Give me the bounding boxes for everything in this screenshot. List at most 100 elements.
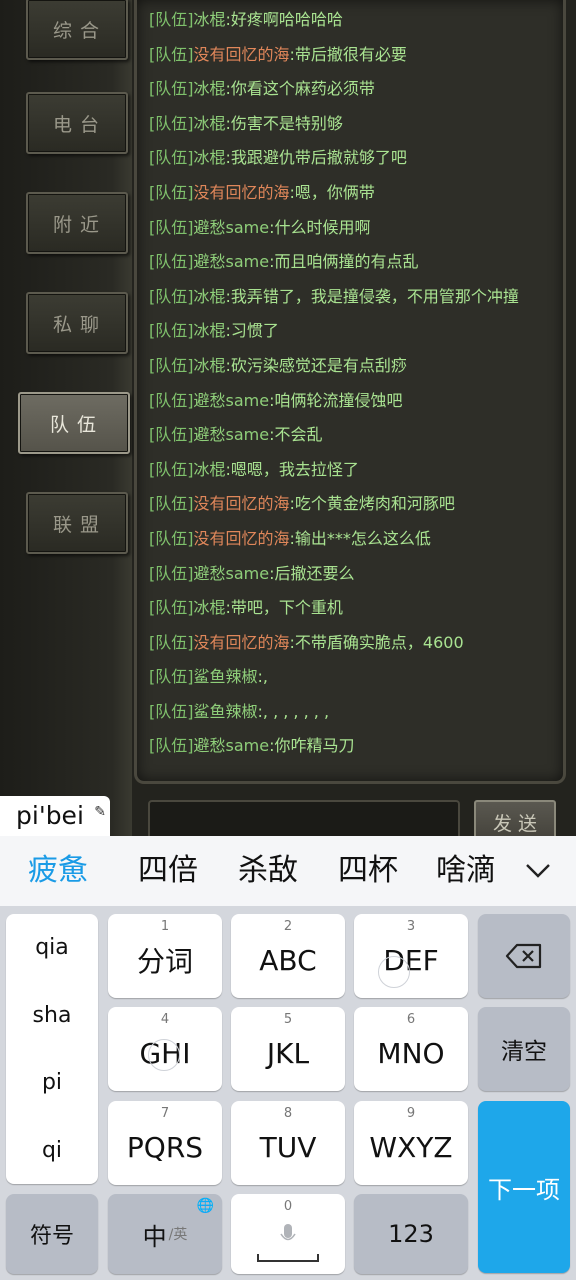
message-sender[interactable]: 冰棍 [194,287,226,306]
candidate-5[interactable]: 啥滴 [436,836,498,906]
message-channel: [队伍] [149,44,194,64]
backspace-key[interactable] [478,914,570,998]
t9-keyboard: qia sha pi qi 1 分词 2 ABC 3 DEF 4 GHI 5 J… [0,906,576,1280]
symbol-key[interactable]: 符号 [6,1194,98,1274]
message-channel: [队伍] [149,563,194,583]
chat-message: [队伍]没有回忆的海:带后撤很有必要 [149,38,559,73]
message-text: :带吧，下个重机 [225,598,343,618]
message-sender[interactable]: 冰棍 [194,114,226,133]
message-text: :我弄错了，我是撞侵袭，不用管那个冲撞 [225,286,519,306]
chat-message: [队伍]避愁same:而且咱俩撞的有点乱 [149,245,559,280]
message-sender[interactable]: 冰棍 [194,598,226,617]
message-sender[interactable]: 避愁same [194,736,270,755]
tab-private[interactable]: 私聊 [26,292,128,354]
message-sender[interactable]: 鲨鱼辣椒 [194,702,258,721]
chat-message: [队伍]避愁same:你咋精马刀 [149,729,559,764]
message-channel: [队伍] [149,10,194,29]
message-sender[interactable]: 避愁same [194,252,270,271]
key-8-tuv[interactable]: 8 TUV [231,1101,345,1185]
chat-message: [队伍]鲨鱼辣椒:, [149,660,559,695]
message-sender[interactable]: 冰棍 [194,321,226,340]
key-4-ghi[interactable]: 4 GHI [108,1007,222,1091]
message-text: :嗯嗯，我去拉怪了 [225,459,359,479]
channel-sidebar: 综合 电台 附近 私聊 队伍 联盟 [0,0,132,836]
next-item-key[interactable]: 下一项 [478,1101,570,1273]
message-text: :什么时候用啊 [269,217,371,237]
pinyin-option[interactable]: qi [6,1117,98,1185]
message-sender[interactable]: 没有回忆的海 [194,494,290,513]
message-channel: [队伍] [149,425,194,445]
microphone-icon [280,1224,296,1241]
message-text: :不会乱 [269,425,323,445]
key-7-pqrs[interactable]: 7 PQRS [108,1101,222,1185]
message-text: :输出***怎么这么低 [289,528,431,548]
pinyin-option[interactable]: qia [6,914,98,982]
key-5-jkl[interactable]: 5 JKL [231,1007,345,1091]
chat-message-panel[interactable]: [队伍]冰棍:好疼啊哈哈哈哈 [队伍]没有回忆的海:带后撤很有必要 [队伍]冰棍:你… [134,0,566,784]
touch-ripple [148,1039,180,1071]
message-sender[interactable]: 没有回忆的海 [194,529,290,548]
message-text: :嗯，你俩带 [289,182,375,202]
message-sender[interactable]: 冰棍 [194,460,226,479]
message-channel: [队伍] [149,355,194,375]
chevron-down-icon[interactable] [516,848,560,894]
message-sender[interactable]: 避愁same [194,218,270,237]
message-sender[interactable]: 冰棍 [194,148,226,167]
message-sender[interactable]: 没有回忆的海 [194,183,290,202]
numbers-key[interactable]: 123 [354,1194,468,1274]
message-channel: [队伍] [149,528,194,548]
message-text: :我跟避仇带后撤就够了吧 [225,148,407,168]
message-sender[interactable]: 避愁same [194,391,270,410]
game-chat-screen: 综合 电台 附近 私聊 队伍 联盟 [队伍]冰棍:好疼啊哈哈哈哈 [队伍]没有回忆… [0,0,576,844]
message-text: :吃个黄金烤肉和河豚吧 [289,494,455,514]
space-key[interactable]: 0 [231,1194,345,1274]
message-sender[interactable]: 没有回忆的海 [194,633,290,652]
tab-radio[interactable]: 电台 [26,92,128,154]
chat-message-list: [队伍]冰棍:好疼啊哈哈哈哈 [队伍]没有回忆的海:带后撤很有必要 [队伍]冰棍:你… [149,3,559,764]
tab-team[interactable]: 队伍 [18,392,130,454]
message-text: :好疼啊哈哈哈哈 [225,10,343,29]
tab-alliance[interactable]: 联盟 [26,492,128,554]
message-text: :你咋精马刀 [269,736,355,756]
message-sender[interactable]: 鲨鱼辣椒 [194,667,258,686]
chat-input[interactable] [148,800,460,840]
chat-message: [队伍]冰棍:伤害不是特别够 [149,107,559,142]
key-9-wxyz[interactable]: 9 WXYZ [354,1101,468,1185]
message-sender[interactable]: 没有回忆的海 [194,45,290,64]
pinyin-option[interactable]: pi [6,1049,98,1117]
pinyin-option[interactable]: sha [6,982,98,1050]
message-text: :带后撤很有必要 [289,44,407,64]
message-sender[interactable]: 冰棍 [194,79,226,98]
candidate-4[interactable]: 四杯 [338,836,398,906]
language-switch-key[interactable]: 中/英 🌐 [108,1194,222,1274]
pencil-icon[interactable]: ✎ [94,792,106,832]
pinyin-options-column[interactable]: qia sha pi qi [6,914,98,1184]
candidate-2[interactable]: 四倍 [138,836,198,906]
message-channel: [队伍] [149,390,194,410]
message-sender[interactable]: 冰棍 [194,10,226,29]
clear-key[interactable]: 清空 [478,1007,570,1091]
chat-message: [队伍]冰棍:好疼啊哈哈哈哈 [149,3,559,38]
backspace-icon [505,943,542,969]
tab-general[interactable]: 综合 [26,0,128,60]
message-channel: [队伍] [149,148,194,168]
message-sender[interactable]: 避愁same [194,425,270,444]
chat-message: [队伍]没有回忆的海:不带盾确实脆点，4600 [149,626,559,661]
message-channel: [队伍] [149,113,194,133]
key-1-segment[interactable]: 1 分词 [108,914,222,998]
key-6-mno[interactable]: 6 MNO [354,1007,468,1091]
message-sender[interactable]: 避愁same [194,564,270,583]
message-channel: [队伍] [149,182,194,202]
message-channel: [队伍] [149,252,194,272]
candidate-1[interactable]: 疲惫 [28,836,88,906]
candidate-3[interactable]: 杀敌 [238,836,298,906]
message-text: :习惯了 [225,321,279,341]
key-3-def[interactable]: 3 DEF [354,914,468,998]
tab-nearby[interactable]: 附近 [26,192,128,254]
message-channel: [队伍] [149,736,194,756]
message-text: :而且咱俩撞的有点乱 [269,252,419,272]
message-channel: [队伍] [149,598,194,618]
candidate-bar: 疲惫 四倍 杀敌 四杯 啥滴 [0,836,576,906]
key-2-abc[interactable]: 2 ABC [231,914,345,998]
message-sender[interactable]: 冰棍 [194,356,226,375]
